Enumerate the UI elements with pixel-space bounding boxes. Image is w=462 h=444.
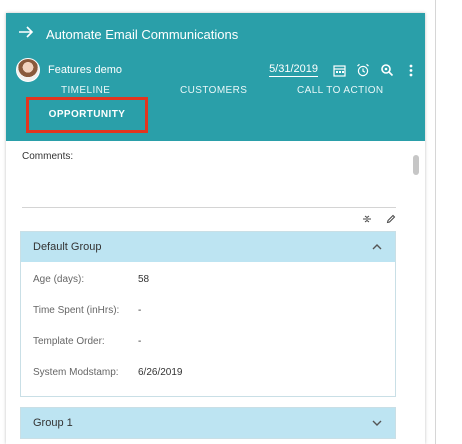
collapse-icon[interactable]	[362, 211, 372, 229]
field-row: Time Spent (inHrs): -	[21, 295, 395, 326]
chevron-down-icon[interactable]	[371, 417, 383, 429]
field-row: Age (days): 58	[21, 264, 395, 295]
group-title: Default Group	[33, 241, 102, 253]
panel-header: Automate Email Communications Features d…	[6, 13, 425, 141]
chevron-up-icon[interactable]	[371, 241, 383, 253]
title-row: Automate Email Communications	[18, 25, 238, 43]
group-body: Age (days): 58 Time Spent (inHrs): - Tem…	[21, 262, 395, 388]
avatar[interactable]	[16, 58, 40, 82]
user-row: Features demo 5/31/2019	[16, 57, 418, 83]
field-value: 6/26/2019	[138, 367, 183, 378]
app-frame: Automate Email Communications Features d…	[0, 0, 462, 444]
tab-opportunity[interactable]: OPPORTUNITY	[30, 109, 144, 120]
field-label: Age (days):	[33, 274, 85, 285]
field-label: System Modstamp:	[33, 367, 119, 378]
group-default: Default Group Age (days): 58 Time Spent …	[20, 231, 396, 397]
detail-panel: Automate Email Communications Features d…	[6, 13, 425, 444]
due-date[interactable]: 5/31/2019	[269, 63, 318, 77]
tab-call-to-action[interactable]: CALL TO ACTION	[297, 85, 384, 96]
more-vertical-icon[interactable]	[404, 63, 418, 77]
user-name[interactable]: Features demo	[48, 64, 122, 76]
scrollbar-thumb[interactable]	[413, 155, 419, 175]
panel-content: Comments: Default Group Age (days): 58 T…	[6, 141, 425, 444]
tab-timeline[interactable]: TIMELINE	[61, 85, 110, 96]
group-1: Group 1	[20, 407, 396, 439]
tab-customers[interactable]: CUSTOMERS	[180, 85, 247, 96]
calendar-icon[interactable]	[332, 63, 346, 77]
field-label: Template Order:	[33, 336, 105, 347]
arrow-right-icon[interactable]	[18, 25, 40, 43]
panel-title: Automate Email Communications	[46, 26, 239, 42]
comments-divider	[22, 207, 396, 208]
field-label: Time Spent (inHrs):	[33, 305, 120, 316]
field-value: 58	[138, 274, 150, 285]
group-header[interactable]: Default Group	[21, 232, 395, 262]
settings-pin-icon[interactable]	[380, 63, 394, 77]
group-header[interactable]: Group 1	[21, 408, 395, 438]
field-row: System Modstamp: 6/26/2019	[21, 357, 395, 388]
alarm-icon[interactable]	[356, 63, 370, 77]
content-scrollbar[interactable]	[411, 145, 421, 444]
comment-toolbar	[362, 213, 396, 227]
field-value: -	[138, 336, 142, 347]
edit-pencil-icon[interactable]	[386, 211, 396, 229]
field-row: Template Order: -	[21, 326, 395, 357]
window-edge	[435, 0, 436, 444]
group-title: Group 1	[33, 417, 73, 429]
field-value: -	[138, 305, 142, 316]
comments-label: Comments:	[22, 151, 74, 162]
